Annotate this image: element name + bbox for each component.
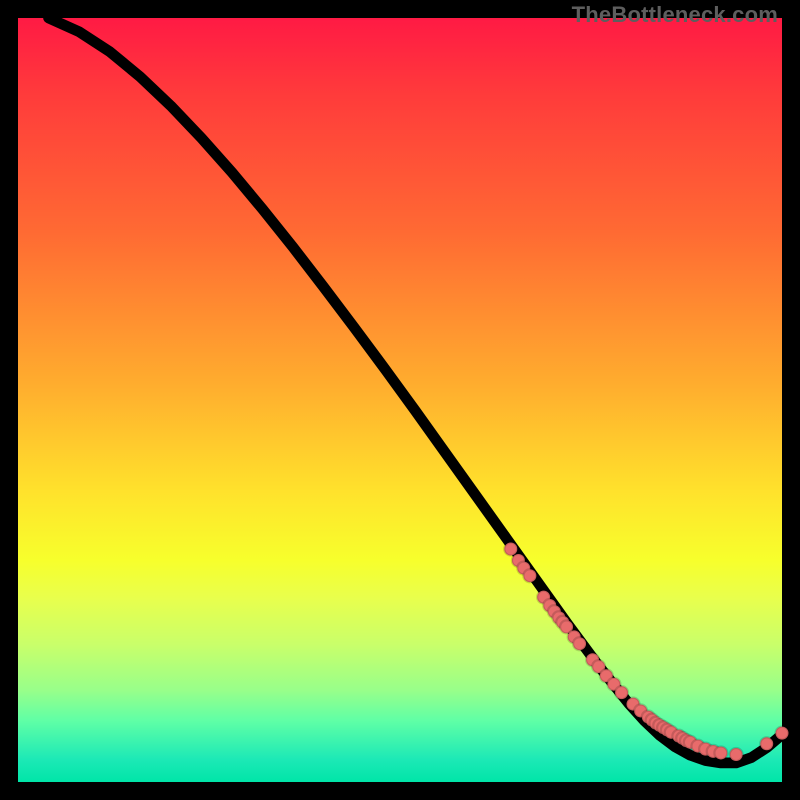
- data-point: [760, 737, 773, 750]
- chart-stage: TheBottleneck.com: [0, 0, 800, 800]
- data-point: [714, 746, 727, 759]
- data-point: [523, 569, 536, 582]
- data-point: [573, 637, 586, 650]
- bottleneck-curve: [49, 18, 782, 763]
- chart-overlay: [18, 18, 782, 782]
- data-point: [776, 727, 789, 740]
- data-point: [730, 748, 743, 761]
- data-point: [615, 686, 628, 699]
